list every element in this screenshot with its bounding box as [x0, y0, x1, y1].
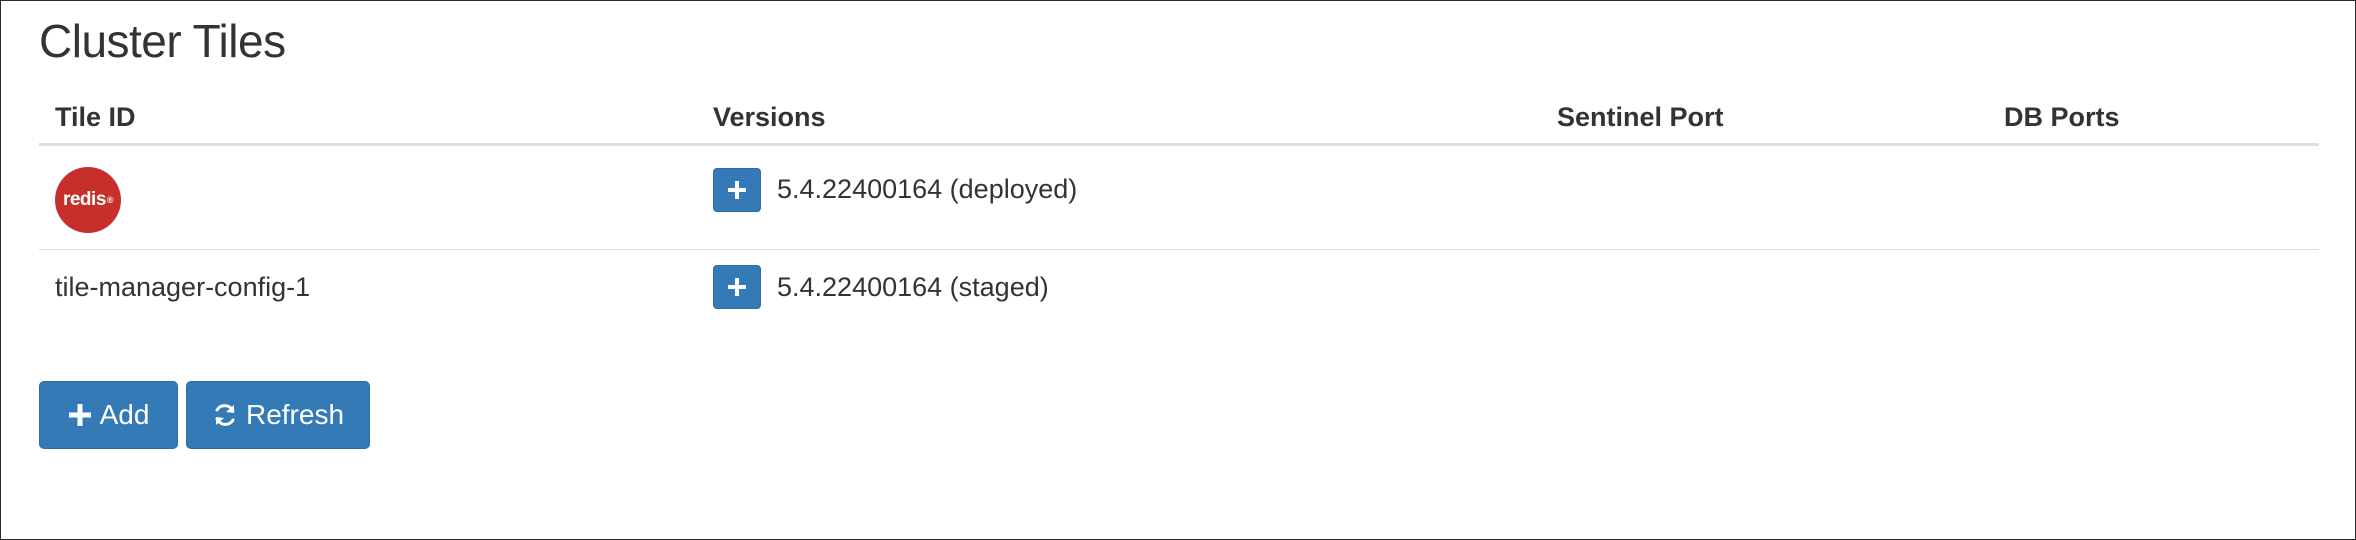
page-title: Cluster Tiles	[39, 15, 286, 67]
versions-cell: 5.4.22400164 (staged)	[697, 250, 1541, 325]
plus-icon	[728, 278, 746, 296]
table-row: tile-manager-config-1 5.4.22400164 (stag…	[39, 250, 2319, 325]
table-row: redis ® 5.4.22400164 (deployed)	[39, 144, 2319, 250]
tiles-table: Tile ID Versions Sentinel Port DB Ports …	[39, 91, 2319, 324]
plus-icon	[728, 180, 746, 199]
versions-cell: 5.4.22400164 (deployed)	[697, 144, 1541, 250]
redis-logo-text: redis	[62, 188, 106, 210]
refresh-icon	[215, 404, 235, 426]
column-header-db-ports: DB Ports	[1988, 91, 2319, 146]
action-bar: Add Refresh	[39, 381, 378, 449]
sentinel-port-cell	[1541, 144, 1988, 250]
column-header-versions: Versions	[697, 91, 1541, 146]
db-ports-cell	[1988, 144, 2319, 250]
tile-id-cell: redis ®	[39, 144, 697, 250]
sentinel-port-cell	[1541, 250, 1988, 325]
column-header-tile-id: Tile ID	[39, 91, 697, 146]
redis-logo: redis ®	[55, 166, 121, 233]
add-button[interactable]: Add	[39, 381, 178, 449]
table-header-row: Tile ID Versions Sentinel Port DB Ports	[39, 91, 2319, 146]
version-text: 5.4.22400164 (deployed)	[777, 174, 1078, 204]
add-version-button[interactable]	[713, 167, 761, 212]
registered-mark: ®	[106, 194, 114, 205]
column-header-sentinel-port: Sentinel Port	[1541, 91, 1988, 146]
add-button-label: Add	[99, 399, 150, 430]
cluster-tiles-panel: Cluster Tiles Tile ID Versions Sentinel …	[0, 0, 2356, 540]
tile-id-cell: tile-manager-config-1	[55, 271, 311, 302]
db-ports-cell	[1988, 250, 2319, 325]
refresh-button[interactable]: Refresh	[186, 381, 370, 449]
version-text: 5.4.22400164 (staged)	[777, 271, 1049, 302]
plus-icon	[68, 404, 91, 426]
refresh-button-label: Refresh	[245, 399, 345, 430]
content: Cluster Tiles Tile ID Versions Sentinel …	[39, 1, 2319, 324]
add-version-button[interactable]	[713, 265, 761, 309]
